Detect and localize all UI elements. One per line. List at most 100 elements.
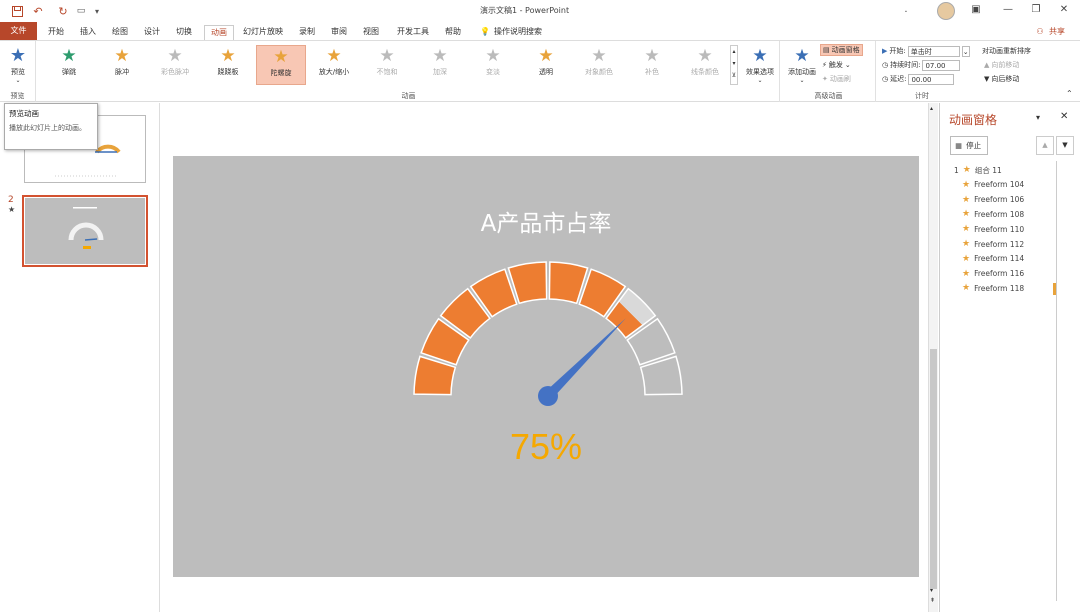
tab-record[interactable]: 录制 [294, 25, 320, 40]
animation-painter-label: 动画刷 [829, 75, 851, 83]
undo-icon[interactable]: ↶ [31, 4, 45, 18]
stop-button[interactable]: ■ 停止 [950, 136, 988, 155]
effect-star-icon: ★ [273, 47, 289, 67]
ribbon: ★ 预览 ⌄ 预览 ★ 弹跳 ★ 脉冲 ★ 彩色脉冲 ★ 跷跷板 ★ 陀螺旋 ★ 放大/缩小 ★ 不饱和 ★… [0, 40, 1080, 102]
animation-list-item[interactable]: 1 ★ 组合 11 [954, 163, 1002, 177]
effect-12[interactable]: ★ 线条颜色 [680, 45, 730, 85]
effect-10[interactable]: ★ 对象颜色 [574, 45, 624, 85]
animation-list-item[interactable]: ★ Freeform 108 [962, 207, 1024, 221]
delay-input[interactable]: 00.00 [908, 73, 955, 85]
move-down-icon[interactable]: ▼ [1056, 136, 1074, 155]
animation-item-label: Freeform 110 [974, 224, 1025, 234]
percent-label[interactable]: 75% [173, 426, 919, 468]
save-icon[interactable] [10, 4, 24, 18]
animation-list-item[interactable]: ★ Freeform 112 [962, 237, 1024, 251]
effect-8[interactable]: ★ 变淡 [468, 45, 518, 85]
effect-7[interactable]: ★ 加深 [415, 45, 465, 85]
animation-pane-button[interactable]: ▤ 动画窗格 [820, 44, 863, 56]
ribbon-display-icon[interactable]: ▣ [966, 4, 986, 18]
slide-canvas[interactable]: A产品市占率 75% [173, 156, 919, 577]
effect-label: 不饱和 [376, 68, 398, 76]
chevron-down-icon[interactable]: ⌄ [961, 45, 970, 57]
animation-item-label: Freeform 104 [974, 180, 1025, 190]
animation-list-item[interactable]: ★ Freeform 110 [962, 222, 1024, 236]
tab-slideshow[interactable]: 幻灯片放映 [240, 25, 286, 40]
effect-label: 变淡 [486, 68, 500, 76]
effect-options-button[interactable]: ★ 效果选项 ⌄ [742, 45, 778, 85]
tab-transitions[interactable]: 切换 [170, 25, 198, 40]
animation-pane: 动画窗格 ▾ ✕ ■ 停止 ▲ ▼ 1 ★ 组合 11 ★ Freeform 104 ★ Fr… [939, 103, 1080, 612]
close-icon[interactable]: ✕ [1054, 4, 1074, 18]
tab-review[interactable]: 审阅 [326, 25, 352, 40]
customize-qat-icon[interactable]: ▾ [92, 4, 102, 18]
slide-editor: A产品市占率 75% [162, 103, 928, 612]
scroll-thumb[interactable] [930, 349, 937, 589]
animation-list-item[interactable]: ★ Freeform 106 [962, 193, 1024, 207]
avatar[interactable] [937, 2, 955, 20]
trigger-button[interactable]: ⚡ 触发 ⌄ [822, 59, 851, 71]
effect-4[interactable]: ★ 陀螺旋 [256, 45, 306, 85]
scroll-up-icon[interactable]: ▴ [930, 105, 933, 112]
effect-9[interactable]: ★ 透明 [521, 45, 571, 85]
chevron-down-icon: ⌄ [15, 77, 21, 84]
slide-thumbnail-2[interactable] [22, 195, 148, 267]
minimize-icon[interactable]: — [998, 4, 1018, 18]
start-select[interactable]: 单击时 [907, 45, 960, 57]
effect-3[interactable]: ★ 跷跷板 [203, 45, 253, 85]
collapse-ribbon-icon[interactable]: ⌃ [1066, 89, 1073, 98]
animation-star-icon: ★ [962, 194, 971, 205]
dot-indicator: . [904, 4, 908, 15]
start-from-beginning-icon[interactable]: ▭ [74, 4, 88, 18]
animation-list-item[interactable]: ★ Freeform 118 [962, 281, 1024, 295]
add-animation-button[interactable]: ★ 添加动画 ⌄ [786, 45, 818, 85]
move-up-icon[interactable]: ▲ [1036, 136, 1054, 155]
start-row: ▶ 开始: 单击时 ⌄ [882, 45, 970, 57]
tab-animations[interactable]: 动画 [204, 25, 234, 40]
tab-home[interactable]: 开始 [42, 25, 70, 40]
close-pane-icon[interactable]: ✕ [1060, 111, 1068, 122]
pane-options-icon[interactable]: ▾ [1036, 113, 1040, 122]
animation-item-label: Freeform 106 [974, 195, 1025, 205]
start-label: 开始: [889, 47, 906, 55]
animation-painter-button[interactable]: ✦ 动画刷 [822, 73, 851, 85]
move-earlier-button[interactable]: ▲ 向前移动 [984, 59, 1019, 71]
animation-order-number: 1 [954, 165, 959, 175]
animation-list-item[interactable]: ★ Freeform 104 [962, 178, 1024, 192]
animation-list-item[interactable]: ★ Freeform 116 [962, 267, 1024, 281]
restore-icon[interactable]: ❐ [1026, 4, 1046, 18]
effect-label: 放大/缩小 [318, 68, 350, 76]
slide-title[interactable]: A产品市占率 [173, 204, 919, 238]
redo-icon[interactable]: ↻ [56, 4, 70, 18]
tell-me-search[interactable]: 操作说明搜索 [494, 25, 550, 40]
trigger-label: 触发 [828, 61, 843, 69]
effect-0[interactable]: ★ 弹跳 [44, 45, 94, 85]
effect-6[interactable]: ★ 不饱和 [362, 45, 412, 85]
effect-11[interactable]: ★ 补色 [627, 45, 677, 85]
duration-input[interactable]: 07.00 [922, 59, 961, 71]
effect-5[interactable]: ★ 放大/缩小 [309, 45, 359, 85]
gallery-scroll[interactable]: ▴ ▾ ⊻ [730, 45, 738, 85]
tooltip-title: 预览动画 [9, 109, 39, 118]
tab-draw[interactable]: 绘图 [106, 25, 134, 40]
tab-developer[interactable]: 开发工具 [392, 25, 434, 40]
play-icon: ▶ [882, 47, 888, 55]
share-button[interactable]: 共享 [1046, 25, 1068, 40]
vertical-scrollbar[interactable]: ▴ ▾ ⇞ [928, 103, 938, 612]
thumbnail-2-graphic [25, 198, 145, 264]
duration-row: ◷ 持续时间: 07.00 [882, 59, 961, 71]
preview-button[interactable]: ★ 预览 ⌄ [6, 45, 30, 85]
effect-2[interactable]: ★ 彩色脉冲 [150, 45, 200, 85]
tab-file[interactable]: 文件 [0, 22, 37, 40]
effect-label: 线条颜色 [691, 68, 719, 76]
scroll-down-icon[interactable]: ▾ [930, 587, 933, 594]
tab-view[interactable]: 视图 [358, 25, 384, 40]
animation-list-item[interactable]: ★ Freeform 114 [962, 252, 1024, 266]
share-icon[interactable]: ⚇ [1034, 25, 1046, 40]
tab-design[interactable]: 设计 [138, 25, 166, 40]
effect-1[interactable]: ★ 脉冲 [97, 45, 147, 85]
prev-slide-icon[interactable]: ⇞ [930, 597, 935, 604]
tab-insert[interactable]: 插入 [74, 25, 102, 40]
slides-pane: 1 2 ★ [0, 103, 160, 612]
move-later-button[interactable]: ▼ 向后移动 [984, 73, 1019, 85]
tab-help[interactable]: 帮助 [440, 25, 466, 40]
